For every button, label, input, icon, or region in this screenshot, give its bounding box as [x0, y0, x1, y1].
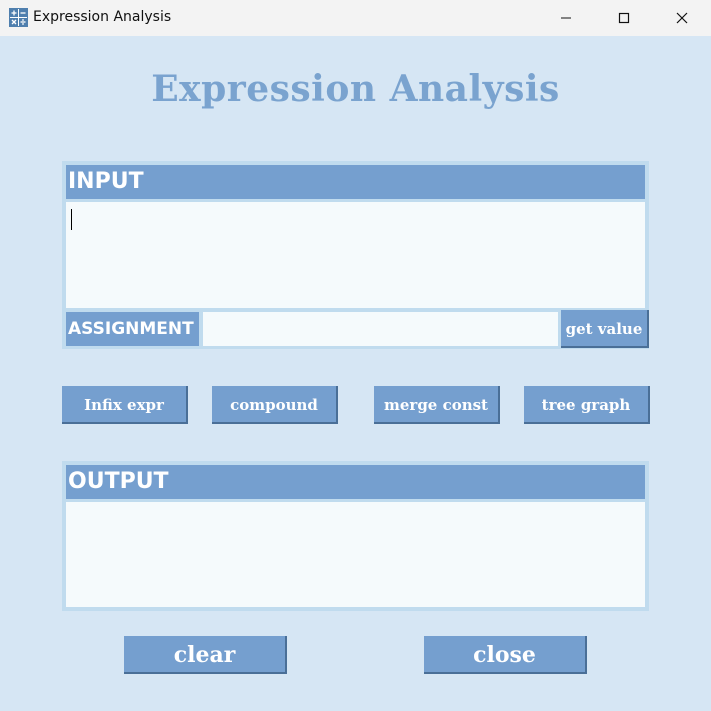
assignment-label: ASSIGNMENT [66, 312, 199, 346]
output-panel: OUTPUT [62, 461, 649, 611]
minimize-icon [561, 17, 571, 19]
calculator-icon [9, 8, 28, 27]
maximize-icon [618, 12, 630, 24]
minimize-button[interactable] [543, 0, 589, 36]
title-bar[interactable]: Expression Analysis [0, 0, 711, 36]
input-panel: INPUT ASSIGNMENT get value [62, 161, 649, 349]
clear-button[interactable]: clear [124, 636, 287, 674]
close-window-button[interactable] [659, 0, 705, 36]
tree-graph-button[interactable]: tree graph [524, 386, 650, 424]
close-button[interactable]: close [424, 636, 587, 674]
merge-const-button[interactable]: merge const [374, 386, 500, 424]
assignment-input[interactable] [203, 312, 558, 346]
app-window: Expression Analysis Expression Analysis … [0, 0, 711, 711]
input-textarea[interactable] [66, 202, 645, 308]
infix-expr-button[interactable]: Infix expr [62, 386, 188, 424]
output-textarea[interactable] [66, 502, 645, 607]
input-header: INPUT [66, 165, 645, 199]
page-title: Expression Analysis [151, 68, 560, 110]
maximize-button[interactable] [601, 0, 647, 36]
text-caret [71, 209, 72, 230]
compound-button[interactable]: compound [212, 386, 338, 424]
get-value-button[interactable]: get value [561, 310, 649, 348]
output-header: OUTPUT [66, 465, 645, 499]
window-title: Expression Analysis [33, 9, 172, 25]
close-icon [676, 12, 688, 24]
